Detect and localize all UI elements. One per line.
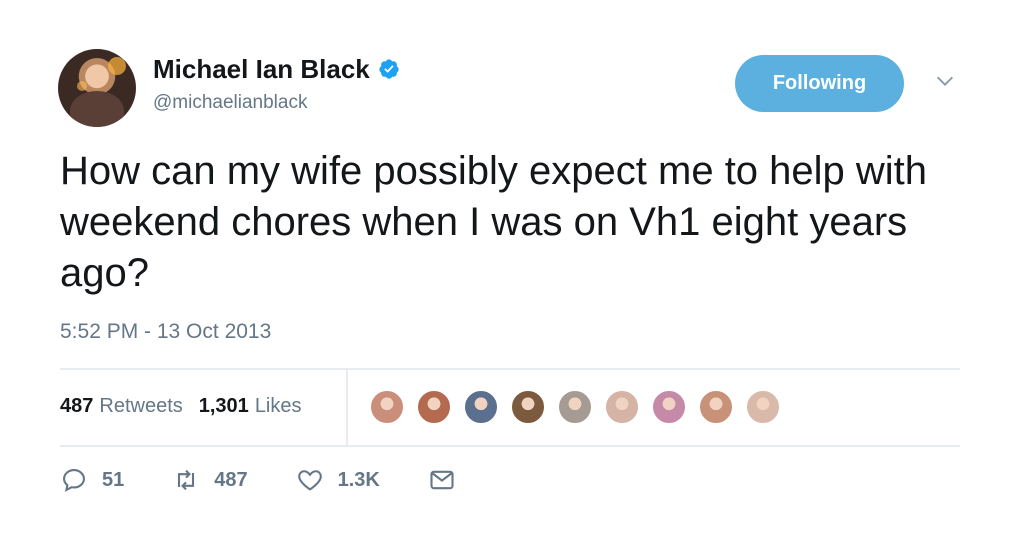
liker-avatar[interactable] — [651, 389, 687, 425]
user-name-row: Michael Ian Black — [153, 54, 400, 84]
liker-avatar[interactable] — [557, 389, 593, 425]
retweets-label: Retweets — [99, 395, 183, 417]
tweet-stats: 487 Retweets 1,301 Likes — [60, 395, 302, 418]
divider — [60, 445, 960, 447]
divider — [346, 370, 348, 445]
reply-button[interactable]: 51 — [60, 466, 124, 494]
divider — [60, 368, 960, 370]
direct-message-button[interactable] — [428, 466, 470, 494]
liker-avatar[interactable] — [698, 389, 734, 425]
chevron-down-icon[interactable] — [934, 70, 956, 92]
envelope-icon — [430, 470, 454, 490]
retweet-button[interactable]: 487 — [172, 466, 248, 494]
liker-avatar[interactable] — [369, 389, 405, 425]
retweets-count: 487 — [60, 395, 94, 417]
liker-avatar[interactable] — [463, 389, 499, 425]
tweet-actions: 51 487 1.3K — [60, 466, 518, 494]
user-handle[interactable]: @michaelianblack — [153, 92, 307, 114]
tweet-text: How can my wife possibly expect me to he… — [60, 149, 928, 295]
likes-stat[interactable]: 1,301 Likes — [199, 395, 302, 418]
liker-avatar[interactable] — [510, 389, 546, 425]
heart-icon — [297, 470, 322, 491]
likes-label: Likes — [254, 395, 302, 417]
tweet-timestamp[interactable]: 5:52 PM - 13 Oct 2013 — [60, 320, 271, 344]
reply-icon — [63, 469, 85, 492]
liker-avatar[interactable] — [745, 389, 781, 425]
like-count: 1.3K — [337, 468, 380, 491]
likers-avatars — [369, 389, 792, 425]
likes-count: 1,301 — [198, 395, 249, 417]
verified-badge-icon — [379, 59, 399, 79]
retweets-stat[interactable]: 487 Retweets — [60, 395, 183, 418]
liker-avatar[interactable] — [604, 389, 640, 425]
reply-count: 51 — [102, 468, 125, 491]
like-button[interactable]: 1.3K — [296, 466, 380, 494]
retweet-icon — [178, 469, 195, 491]
liker-avatar[interactable] — [416, 389, 452, 425]
following-button[interactable]: Following — [735, 55, 904, 112]
avatar[interactable] — [58, 49, 136, 127]
retweet-count: 487 — [214, 468, 248, 491]
display-name[interactable]: Michael Ian Black — [153, 54, 370, 84]
